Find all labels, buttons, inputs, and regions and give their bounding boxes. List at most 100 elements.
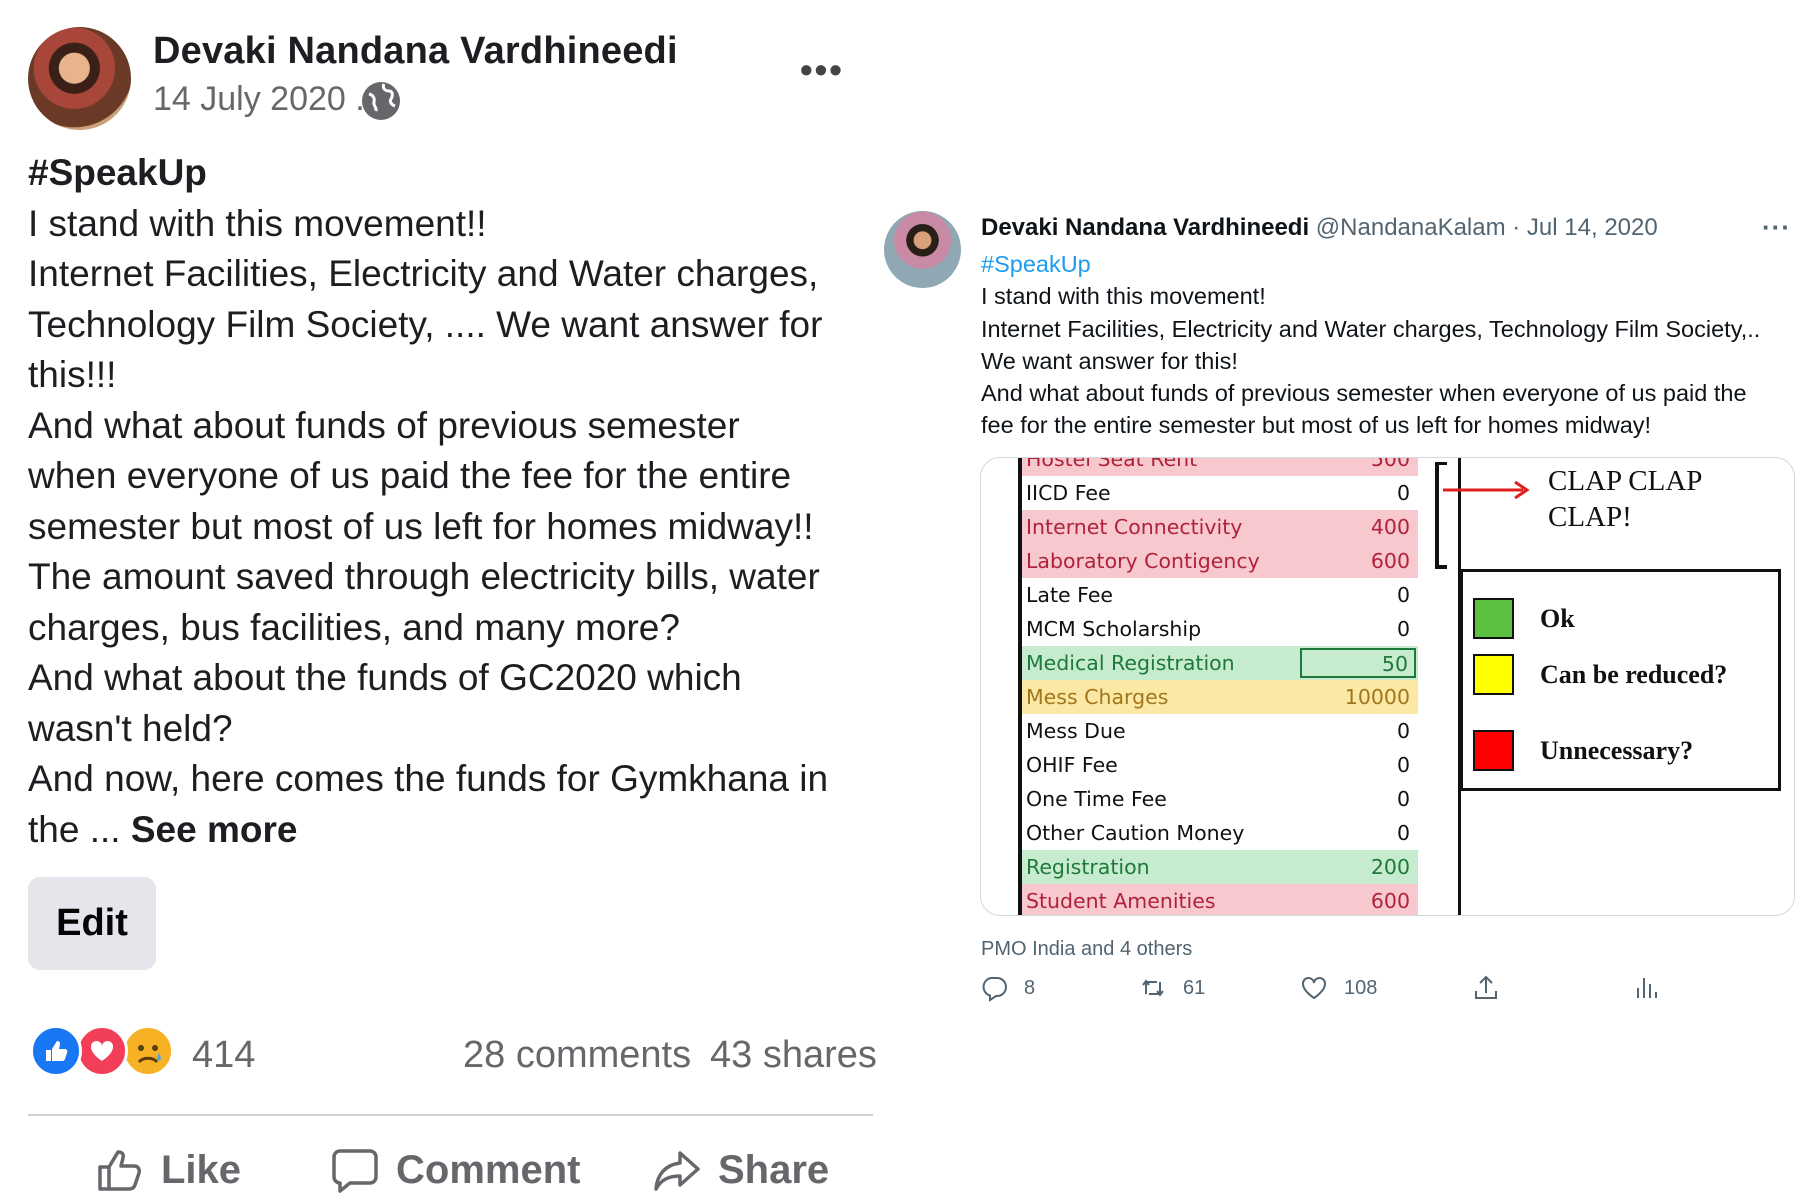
fee-amount: 600: [1370, 549, 1410, 573]
fee-name: Student Amenities: [1026, 889, 1216, 913]
legend-label: Unnecessary?: [1540, 735, 1694, 765]
fee-amount: 50: [1299, 648, 1416, 678]
fee-row: Medical Registration 50: [1022, 646, 1418, 680]
legend-swatch: [1473, 730, 1514, 771]
reply-count: 8: [1024, 976, 1036, 999]
fee-row: IICD Fee 0: [1022, 476, 1418, 510]
clap-annotation: CLAP CLAP CLAP!: [1548, 463, 1702, 535]
post-text-line: The amount saved through electricity bil…: [28, 556, 820, 597]
comment-label: Comment: [396, 1147, 581, 1192]
reply-icon: [982, 977, 1007, 1002]
shares-count[interactable]: 43 shares: [710, 1034, 877, 1077]
fee-amount: 600: [1370, 889, 1410, 913]
like-label: Like: [161, 1147, 242, 1192]
tweet-header: Devaki Nandana Vardhineedi @NandanaKalam…: [981, 214, 1658, 242]
comment-button[interactable]: Comment: [330, 1140, 580, 1200]
retweet-icon: [1142, 979, 1164, 997]
post-text-line: when everyone of us paid the fee for the…: [28, 455, 792, 496]
tweet-share-button[interactable]: [1472, 968, 1500, 1008]
author-name[interactable]: Devaki Nandana Vardhineedi: [153, 30, 678, 73]
fee-row: One Time Fee 0: [1022, 782, 1418, 816]
globe-icon: [362, 82, 400, 120]
post-text-line: I stand with this movement!!: [28, 202, 487, 244]
fee-row: Student Amenities 600: [1022, 884, 1418, 915]
fee-row: MCM Scholarship 0: [1022, 612, 1418, 646]
analytics-icon: [1637, 978, 1657, 998]
fee-name: Other Caution Money: [1026, 821, 1245, 845]
post-text-line: And now, here comes the funds for Gymkha…: [28, 758, 829, 799]
red-arrow-icon: [1443, 480, 1530, 500]
fee-name: Late Fee: [1026, 583, 1114, 607]
fee-name: One Time Fee: [1026, 787, 1167, 811]
tweet-image[interactable]: Hostel Seat Rent 500 IICD Fee 0 Internet Con…: [980, 457, 1795, 916]
tweet-text-line: fee for the entire semester but most of …: [981, 412, 1652, 439]
edit-button[interactable]: Edit: [28, 877, 156, 970]
post-text-line: Technology Film Society, .... We want an…: [28, 303, 823, 345]
tweet-author-name[interactable]: Devaki Nandana Vardhineedi: [981, 214, 1309, 241]
fee-row: Late Fee 0: [1022, 578, 1418, 612]
facebook-post: Devaki Nandana Vardhineedi 14 July 2020 …: [0, 0, 880, 1200]
tweet-handle-date[interactable]: @NandanaKalam · Jul 14, 2020: [1316, 214, 1658, 241]
fee-row: Registration 200: [1022, 850, 1418, 884]
fee-name: Hostel Seat Rent: [1026, 457, 1198, 471]
reaction-count[interactable]: 414: [192, 1034, 255, 1077]
hashtag-link[interactable]: #SpeakUp: [28, 148, 868, 199]
tweet: Devaki Nandana Vardhineedi @NandanaKalam…: [880, 0, 1800, 1200]
fee-name: MCM Scholarship: [1026, 617, 1202, 641]
fee-name: Registration: [1026, 855, 1150, 879]
share-upload-icon: [1475, 975, 1497, 999]
tweet-text: #SpeakUp I stand with this movement! Int…: [981, 248, 1781, 442]
tweet-analytics-button[interactable]: [1632, 968, 1660, 1008]
legend-item-reduce: Can be reduced?: [1473, 654, 1727, 695]
tweet-more-button[interactable]: ···: [1762, 212, 1791, 243]
fee-name: Internet Connectivity: [1026, 515, 1243, 539]
comments-count[interactable]: 28 comments: [463, 1034, 691, 1077]
fee-row: Internet Connectivity 400: [1022, 510, 1418, 544]
tweet-hashtag-link[interactable]: #SpeakUp: [981, 248, 1781, 280]
fee-amount: 10000: [1344, 685, 1410, 709]
retweet-count: 61: [1183, 976, 1206, 999]
fee-amount: 0: [1396, 753, 1410, 777]
legend-label: Ok: [1540, 603, 1575, 633]
retweet-button[interactable]: 61: [1139, 968, 1205, 1008]
tweet-text-line: I stand with this movement!: [981, 283, 1266, 310]
tweet-text-line: Internet Facilities, Electricity and Wat…: [981, 315, 1761, 342]
see-more-link[interactable]: See more: [131, 809, 298, 850]
fee-amount: 0: [1396, 617, 1410, 641]
post-text-line: this!!!: [28, 354, 117, 395]
share-arrow-icon: [654, 1151, 700, 1191]
legend-label: Can be reduced?: [1540, 659, 1728, 689]
post-text-line: wasn't held?: [28, 707, 233, 749]
love-reaction-icon: [76, 1025, 128, 1077]
tweet-text-line: And what about funds of previous semeste…: [981, 380, 1747, 407]
fee-amount: 0: [1396, 821, 1410, 845]
tweet-like-button[interactable]: 108: [1300, 968, 1377, 1008]
share-label: Share: [718, 1147, 830, 1192]
color-legend: Ok Can be reduced? Unnecessary?: [1460, 569, 1781, 791]
post-date[interactable]: 14 July 2020 .: [153, 80, 365, 119]
more-options-button[interactable]: •••: [800, 52, 844, 88]
like-count: 108: [1344, 976, 1378, 999]
post-text-line: semester but most of us left for homes m…: [28, 505, 814, 547]
reply-button[interactable]: 8: [980, 968, 1035, 1008]
liked-by-text[interactable]: PMO India and 4 others: [981, 938, 1192, 961]
share-button[interactable]: Share: [652, 1140, 829, 1200]
sad-reaction-icon: [122, 1025, 174, 1077]
fee-amount: 200: [1370, 855, 1410, 879]
post-text-line: Internet Facilities, Electricity and Wat…: [28, 253, 819, 294]
like-button[interactable]: Like: [95, 1140, 241, 1200]
post-text-line: And what about the funds of GC2020 which: [28, 657, 742, 698]
post-text-truncated: the ...: [28, 808, 121, 850]
fee-row: Mess Due 0: [1022, 714, 1418, 748]
thumbs-up-icon: [98, 1150, 141, 1191]
fee-amount: 500: [1370, 457, 1410, 471]
tweet-author-avatar[interactable]: [884, 211, 961, 288]
author-avatar[interactable]: [28, 27, 131, 130]
fee-row: Other Caution Money 0: [1022, 816, 1418, 850]
reactions-summary[interactable]: [30, 1025, 180, 1081]
fee-table: Hostel Seat Rent 500 IICD Fee 0 Internet Con…: [1018, 457, 1461, 915]
post-text-line: charges, bus facilities, and many more?: [28, 606, 680, 648]
post-text-line: And what about funds of previous semeste…: [28, 404, 740, 446]
fee-name: Medical Registration: [1026, 651, 1235, 675]
post-body: #SpeakUp I stand with this movement!! In…: [28, 148, 868, 855]
